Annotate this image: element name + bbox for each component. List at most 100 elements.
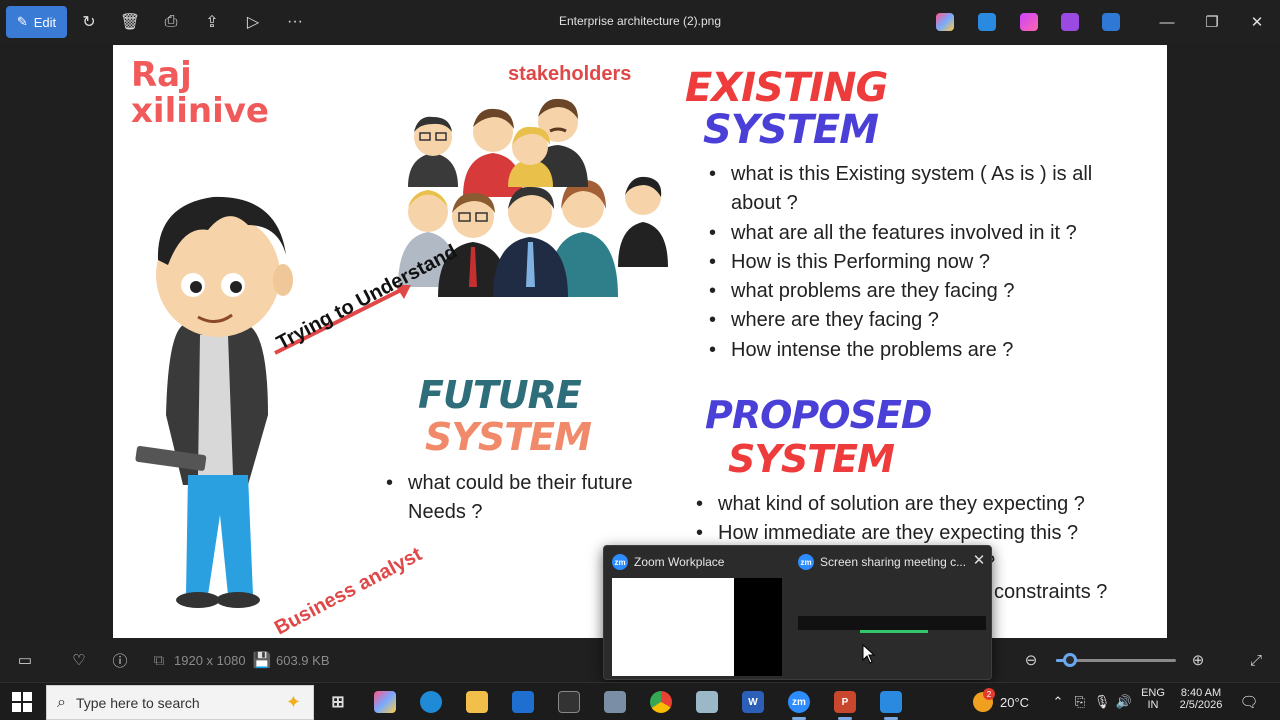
close-icon[interactable]: ✕ <box>1245 10 1269 34</box>
outlook-icon[interactable] <box>512 691 534 713</box>
slideshow-icon[interactable]: ▷ <box>243 12 263 32</box>
zoom-taskbar-icon[interactable]: zm <box>788 691 810 713</box>
file-size-icon: 💾 <box>252 652 272 669</box>
future-bullets: what could be their future Needs ? <box>384 469 634 528</box>
onedrive-icon[interactable] <box>1102 13 1120 31</box>
brand-line2: xilinive <box>131 91 269 131</box>
language-line1: ENG <box>1141 687 1165 699</box>
brand-line1: Raj <box>131 55 192 95</box>
close-icon[interactable]: ✕ <box>970 551 988 569</box>
stakeholders-label: stakeholders <box>508 63 632 85</box>
file-size: 603.9 KB <box>276 653 330 668</box>
file-explorer-icon[interactable] <box>466 691 488 713</box>
minimize-icon[interactable]: — <box>1155 10 1179 34</box>
restore-icon[interactable]: ❐ <box>1200 10 1224 34</box>
start-button[interactable] <box>12 692 32 712</box>
list-item: what problems are they facing ? <box>707 277 1147 307</box>
search-placeholder: Type here to search <box>75 694 200 711</box>
app-icon[interactable] <box>604 691 626 713</box>
meeting-toolbar-preview <box>798 616 986 630</box>
sharing-indicator <box>860 630 928 633</box>
microphone-icon[interactable]: 🎙 <box>1094 694 1111 710</box>
word-icon[interactable]: W <box>742 691 764 713</box>
taskbar-search-box[interactable]: ⌕ Type here to search ✦ <box>46 685 314 720</box>
temperature[interactable]: 20°C <box>1000 695 1029 710</box>
network-icon[interactable]: ⎘ <box>1072 694 1088 710</box>
list-item: what is this Existing system ( As is ) i… <box>707 160 1147 219</box>
delete-icon[interactable]: 🗑 <box>120 12 140 32</box>
zoom-workplace-label: Zoom Workplace <box>634 555 725 569</box>
zoom-workplace-title[interactable]: zm Zoom Workplace <box>612 554 724 570</box>
edge-icon[interactable] <box>420 691 442 713</box>
brand-logo: Raj xilinive <box>131 57 269 129</box>
rotate-icon[interactable]: ↻ <box>79 12 99 32</box>
thumbnail-dark-panel <box>734 578 782 676</box>
search-highlight-icon: ✦ <box>285 692 301 712</box>
task-view-icon[interactable]: ⊞ <box>327 691 349 713</box>
proposed-system-heading: SYSTEM <box>728 437 895 481</box>
zoom-in-icon[interactable]: ⊕ <box>1189 651 1207 669</box>
zoom-icon: zm <box>798 554 814 570</box>
screen-sharing-label: Screen sharing meeting c... <box>820 555 967 569</box>
favorite-icon[interactable]: ♡ <box>70 651 88 669</box>
zoom-workplace-thumbnail[interactable] <box>612 578 782 676</box>
terminal-icon[interactable] <box>558 691 580 713</box>
chrome-icon[interactable] <box>650 691 672 713</box>
future-system-heading: SYSTEM <box>425 415 592 459</box>
existing-bullets: what is this Existing system ( As is ) i… <box>707 160 1147 365</box>
screen-sharing-thumbnail[interactable] <box>798 578 986 676</box>
weather-badge: 2 <box>983 688 995 700</box>
existing-heading: EXISTING <box>685 65 888 111</box>
image-dimensions: 1920 x 1080 <box>174 653 246 668</box>
filmstrip-icon[interactable]: ▭ <box>16 651 34 669</box>
info-icon[interactable]: ⓘ <box>111 651 129 670</box>
edit-label: Edit <box>33 14 57 30</box>
zoom-slider-thumb[interactable] <box>1063 653 1078 667</box>
volume-icon[interactable]: 🔊 <box>1116 694 1132 710</box>
clipchamp-icon[interactable] <box>1020 13 1038 31</box>
copilot-icon[interactable] <box>936 13 954 31</box>
stakeholder-person <box>493 186 568 297</box>
future-heading: FUTURE <box>418 373 582 417</box>
fullscreen-icon[interactable]: ⤢ <box>1247 651 1265 669</box>
stakeholder-person <box>618 176 668 267</box>
designer-icon[interactable] <box>978 13 996 31</box>
print-icon[interactable]: ⎙ <box>161 12 181 32</box>
edit-button[interactable]: ✎ Edit <box>6 6 67 38</box>
title-bar: ✎ Edit ↻ 🗑 ⎙ ⇪ ▷ ··· Enterprise architec… <box>0 0 1280 44</box>
share-icon[interactable]: ⇪ <box>202 12 222 32</box>
notifications-icon[interactable]: 🗨 <box>1239 694 1258 711</box>
list-item: How intense the problems are ? <box>707 336 1147 366</box>
search-icon: ⌕ <box>57 693 66 711</box>
mouse-cursor-icon <box>862 644 876 664</box>
language-indicator[interactable]: ENG IN <box>1140 687 1166 711</box>
existing-system-heading: SYSTEM <box>703 107 879 153</box>
powerpoint-icon[interactable]: P <box>834 691 856 713</box>
more-options-icon[interactable]: ··· <box>285 12 305 32</box>
copilot-taskbar-icon[interactable] <box>374 691 396 713</box>
window-title: Enterprise architecture (2).png <box>558 14 722 28</box>
edit-icon: ✎ <box>16 14 28 29</box>
language-line2: IN <box>1147 699 1159 711</box>
list-item: what are all the features involved in it… <box>707 219 1147 249</box>
clock[interactable]: 8:40 AM 2/5/2026 <box>1174 687 1228 711</box>
stakeholder-person <box>408 116 458 187</box>
screen-sharing-title[interactable]: zm Screen sharing meeting c... <box>798 554 966 570</box>
zoom-slider[interactable] <box>1056 653 1176 667</box>
video-editor-icon[interactable] <box>1061 13 1079 31</box>
business-analyst-illustration <box>135 196 293 608</box>
zoom-out-icon[interactable]: ⊖ <box>1022 651 1040 669</box>
proposed-heading: PROPOSED <box>705 393 932 437</box>
list-item: what could be their future Needs ? <box>384 469 634 528</box>
list-item: where are they facing ? <box>707 306 1147 336</box>
zoom-taskbar-preview: zm Zoom Workplace zm Screen sharing meet… <box>603 545 992 680</box>
clock-date: 2/5/2026 <box>1179 699 1223 711</box>
zoom-icon: zm <box>612 554 628 570</box>
dimensions-icon: ⧉ <box>153 651 165 669</box>
windows-taskbar: ⌕ Type here to search ✦ ⊞ W zm P 2 20°C … <box>0 682 1280 720</box>
photos-icon[interactable] <box>880 691 902 713</box>
chevron-up-icon[interactable]: ⌃ <box>1050 694 1066 710</box>
clock-time: 8:40 AM <box>1180 687 1222 699</box>
app-icon[interactable] <box>696 691 718 713</box>
list-item: How is this Performing now ? <box>707 248 1147 278</box>
